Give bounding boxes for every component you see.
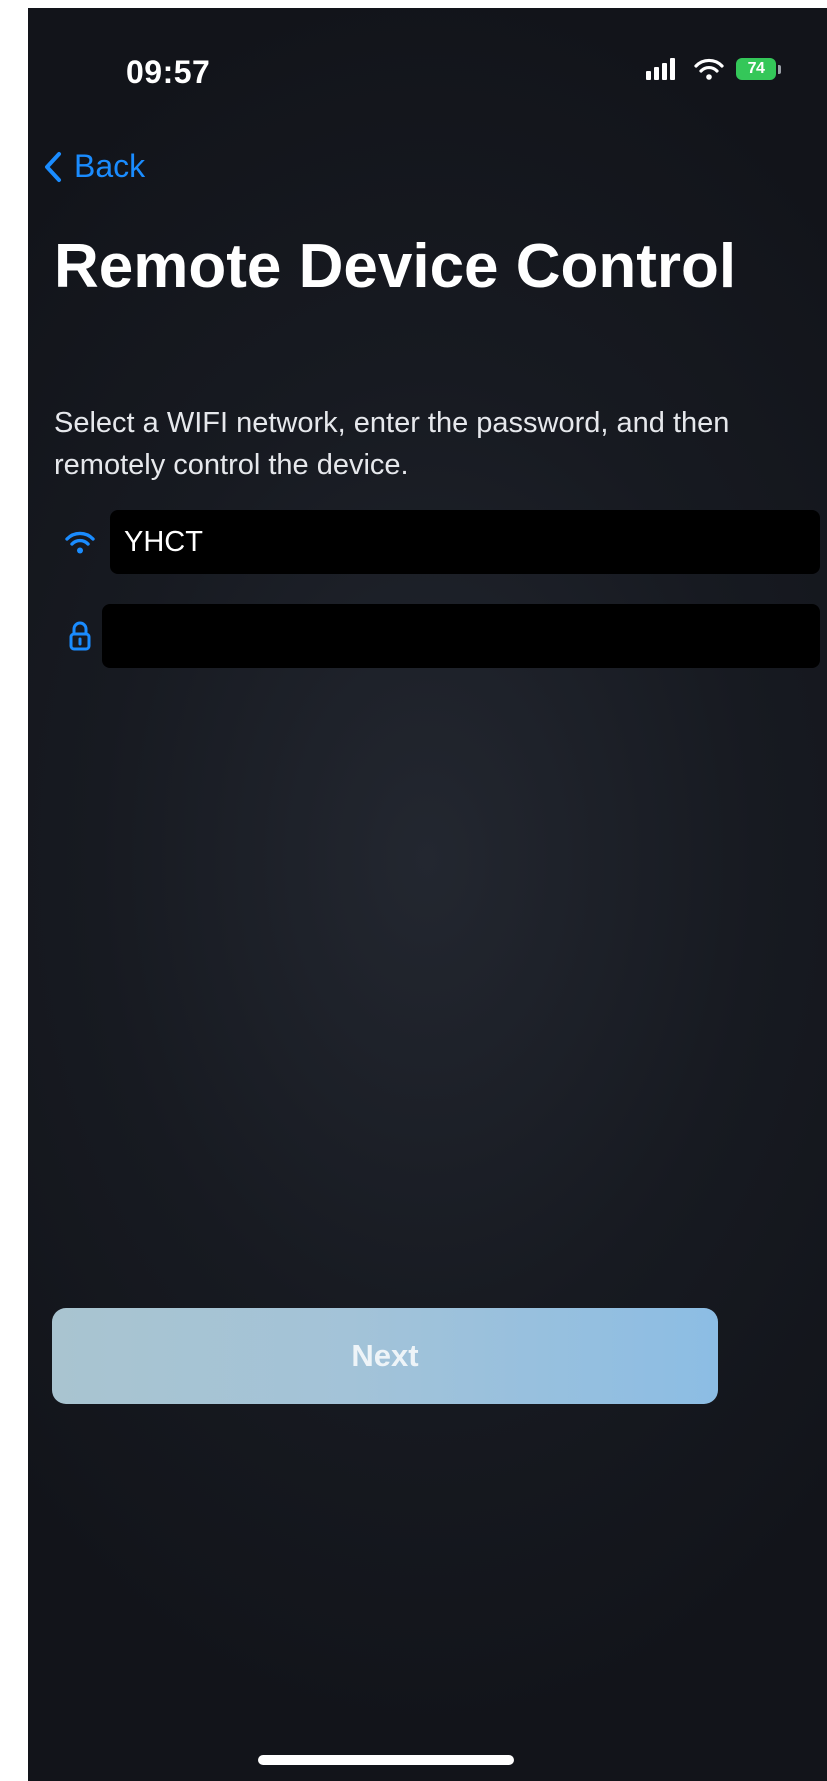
wifi-icon (694, 58, 724, 80)
battery-tip (778, 64, 781, 74)
ssid-row (50, 510, 820, 574)
password-input[interactable] (102, 604, 820, 668)
back-button[interactable]: Back (44, 148, 145, 185)
page-title: Remote Device Control (54, 232, 737, 301)
cellular-signal-icon (646, 58, 675, 80)
next-button[interactable]: Next (52, 1308, 718, 1404)
battery-icon: 74 (736, 58, 781, 80)
password-icon-wrap (50, 621, 110, 651)
back-label: Back (74, 148, 146, 184)
wifi-icon (65, 531, 95, 554)
status-icons: 74 (646, 58, 781, 80)
battery-level: 74 (736, 58, 776, 80)
home-indicator (258, 1755, 514, 1765)
app-screen: 09:57 74 Back Remote Device Control Sele… (28, 8, 827, 1781)
page-description: Select a WIFI network, enter the passwor… (54, 407, 730, 481)
chevron-left-icon (45, 151, 61, 182)
password-row (50, 604, 820, 668)
ssid-input[interactable] (110, 510, 820, 574)
ssid-icon-wrap (50, 530, 110, 554)
status-time: 09:57 (126, 54, 211, 90)
lock-icon (69, 621, 91, 651)
